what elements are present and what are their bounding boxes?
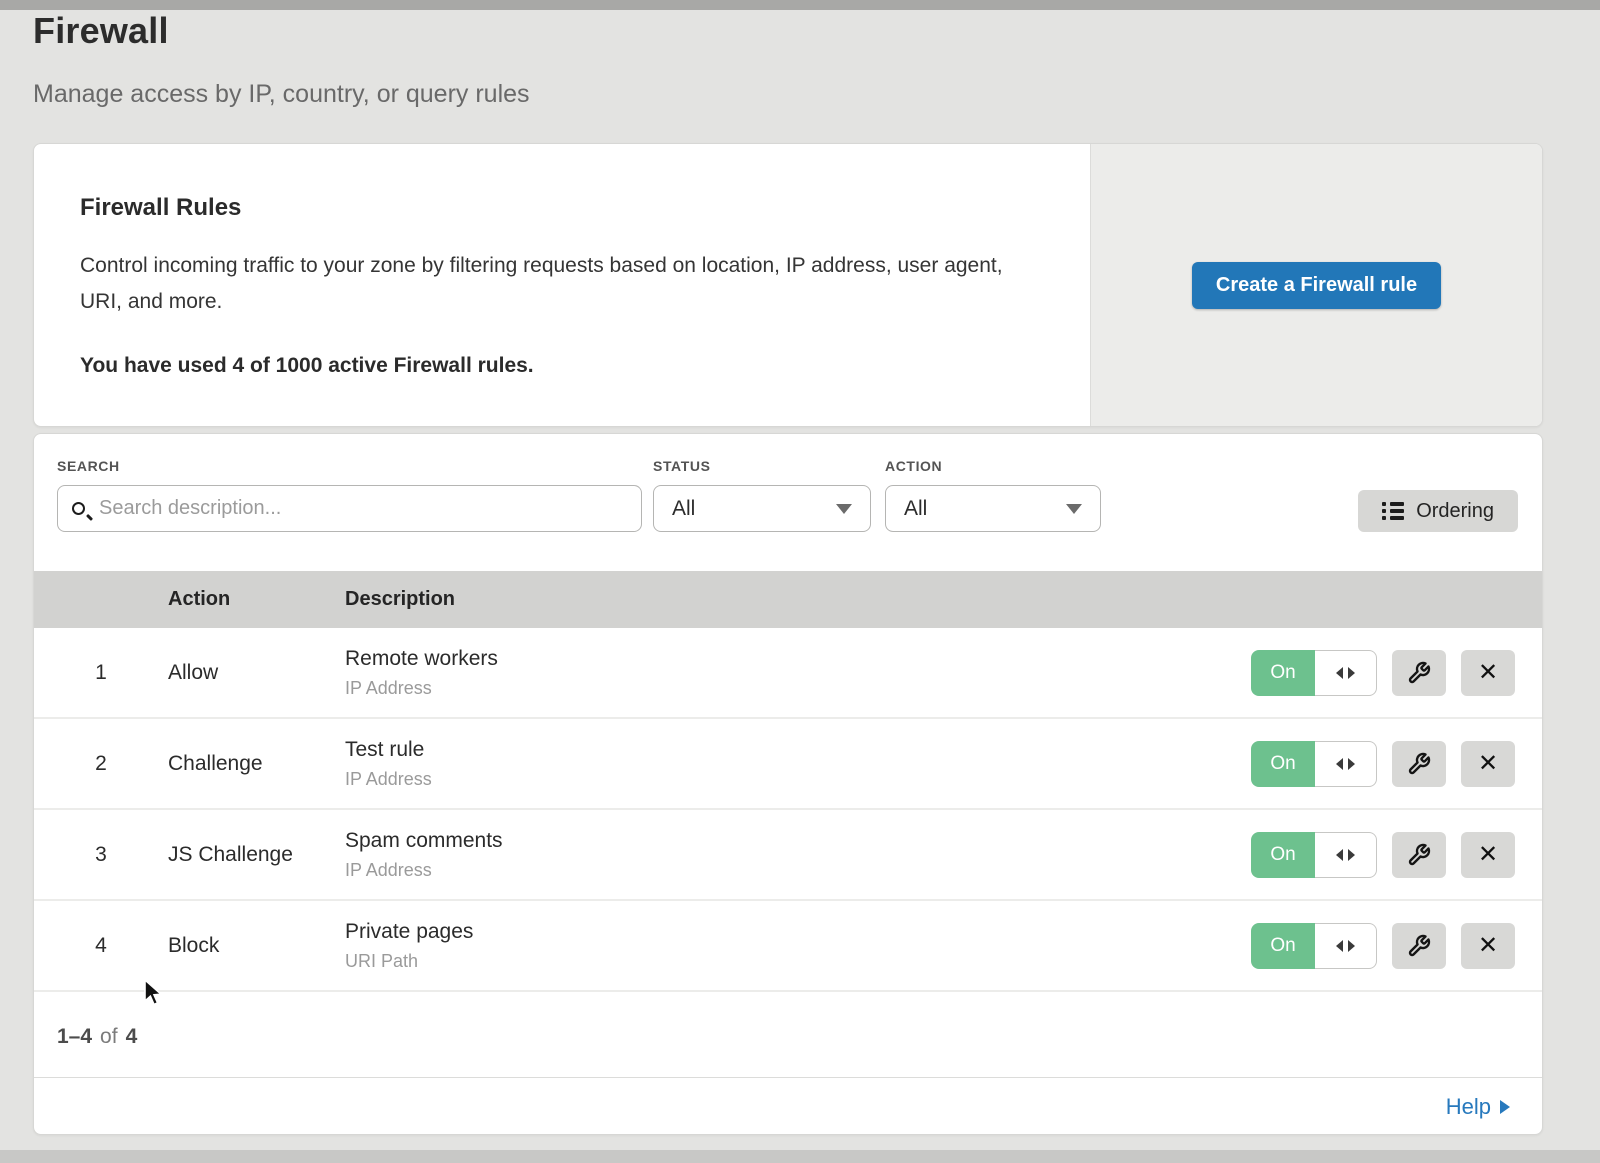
help-link-label: Help xyxy=(1446,1094,1491,1120)
toggle-on-segment[interactable]: On xyxy=(1251,923,1315,969)
rule-enabled-toggle[interactable]: On xyxy=(1251,650,1377,696)
ordered-list-icon xyxy=(1382,502,1404,520)
table-row: 3 JS Challenge Spam comments IP Address … xyxy=(34,810,1542,901)
search-box[interactable] xyxy=(57,485,642,532)
chevron-down-icon xyxy=(1066,504,1082,514)
rule-match-field: IP Address xyxy=(345,678,1251,699)
chevron-right-icon xyxy=(1500,1100,1510,1114)
toggle-on-segment[interactable]: On xyxy=(1251,741,1315,787)
rule-enabled-toggle[interactable]: On xyxy=(1251,741,1377,787)
pagination-total: 4 xyxy=(126,1025,138,1049)
action-label: ACTION xyxy=(885,458,942,474)
rule-controls: On ✕ xyxy=(1251,741,1542,787)
close-icon: ✕ xyxy=(1478,934,1498,958)
close-icon: ✕ xyxy=(1478,752,1498,776)
column-header-action: Action xyxy=(168,588,345,611)
rule-controls: On ✕ xyxy=(1251,832,1542,878)
window-top-edge xyxy=(0,0,1600,10)
column-header-description: Description xyxy=(345,588,455,611)
page-subtitle: Manage access by IP, country, or query r… xyxy=(33,80,530,109)
status-select[interactable]: All xyxy=(653,485,871,532)
rule-priority: 4 xyxy=(34,934,168,958)
rule-action: Allow xyxy=(168,661,345,685)
rules-table-body: 1 Allow Remote workers IP Address On ✕ xyxy=(34,628,1542,992)
action-select[interactable]: All xyxy=(885,485,1101,532)
chevron-down-icon xyxy=(836,504,852,514)
create-firewall-rule-button[interactable]: Create a Firewall rule xyxy=(1192,262,1441,309)
rule-priority: 2 xyxy=(34,752,168,776)
rule-action: Block xyxy=(168,934,345,958)
edit-rule-button[interactable] xyxy=(1392,741,1446,787)
edit-rule-button[interactable] xyxy=(1392,650,1446,696)
close-icon: ✕ xyxy=(1478,661,1498,685)
rule-description-title: Private pages xyxy=(345,920,1251,944)
rule-description-title: Remote workers xyxy=(345,647,1251,671)
table-row: 4 Block Private pages URI Path On ✕ xyxy=(34,901,1542,992)
rule-description: Spam comments IP Address xyxy=(345,829,1251,881)
rule-match-field: IP Address xyxy=(345,860,1251,881)
action-selected-value: All xyxy=(904,497,927,521)
rule-description: Test rule IP Address xyxy=(345,738,1251,790)
rule-description: Remote workers IP Address xyxy=(345,647,1251,699)
wrench-icon xyxy=(1407,752,1431,776)
wrench-icon xyxy=(1407,661,1431,685)
table-row: 2 Challenge Test rule IP Address On ✕ xyxy=(34,719,1542,810)
toggle-arrows-icon[interactable] xyxy=(1315,832,1377,878)
toggle-on-segment[interactable]: On xyxy=(1251,650,1315,696)
toggle-arrows-icon[interactable] xyxy=(1315,741,1377,787)
firewall-rules-card: Firewall Rules Control incoming traffic … xyxy=(33,143,1543,427)
usage-summary: You have used 4 of 1000 active Firewall … xyxy=(80,354,1020,378)
rule-priority: 1 xyxy=(34,661,168,685)
search-icon xyxy=(72,502,85,515)
rule-enabled-toggle[interactable]: On xyxy=(1251,832,1377,878)
rule-enabled-toggle[interactable]: On xyxy=(1251,923,1377,969)
create-rule-panel: Create a Firewall rule xyxy=(1090,144,1542,426)
ordering-button[interactable]: Ordering xyxy=(1358,490,1518,532)
toggle-on-segment[interactable]: On xyxy=(1251,832,1315,878)
wrench-icon xyxy=(1407,843,1431,867)
ordering-button-label: Ordering xyxy=(1416,500,1494,523)
firewall-rules-card-text: Firewall Rules Control incoming traffic … xyxy=(34,144,1090,426)
search-label: SEARCH xyxy=(57,458,120,474)
rule-controls: On ✕ xyxy=(1251,923,1542,969)
table-header: Action Description xyxy=(34,571,1542,628)
pagination: 1–4 of 4 xyxy=(34,996,1542,1078)
card-heading: Firewall Rules xyxy=(80,194,1020,222)
edit-rule-button[interactable] xyxy=(1392,832,1446,878)
pagination-of: of xyxy=(100,1025,118,1049)
rule-priority: 3 xyxy=(34,843,168,867)
window-bottom-edge xyxy=(0,1150,1600,1163)
help-link[interactable]: Help xyxy=(1446,1094,1510,1120)
rule-controls: On ✕ xyxy=(1251,650,1542,696)
rules-list-card: SEARCH STATUS All ACTION All Ordering Ac… xyxy=(33,433,1543,1135)
rule-action: Challenge xyxy=(168,752,345,776)
rule-action: JS Challenge xyxy=(168,843,345,867)
close-icon: ✕ xyxy=(1478,843,1498,867)
page-title: Firewall xyxy=(33,10,169,52)
edit-rule-button[interactable] xyxy=(1392,923,1446,969)
rule-match-field: IP Address xyxy=(345,769,1251,790)
delete-rule-button[interactable]: ✕ xyxy=(1461,832,1515,878)
delete-rule-button[interactable]: ✕ xyxy=(1461,923,1515,969)
status-selected-value: All xyxy=(672,497,695,521)
card-footer: Help xyxy=(34,1078,1542,1135)
toggle-arrows-icon[interactable] xyxy=(1315,923,1377,969)
firewall-page: Firewall Manage access by IP, country, o… xyxy=(0,0,1600,1163)
wrench-icon xyxy=(1407,934,1431,958)
search-input[interactable] xyxy=(97,496,627,521)
rule-description-title: Test rule xyxy=(345,738,1251,762)
rule-description-title: Spam comments xyxy=(345,829,1251,853)
delete-rule-button[interactable]: ✕ xyxy=(1461,741,1515,787)
card-description: Control incoming traffic to your zone by… xyxy=(80,248,1020,320)
delete-rule-button[interactable]: ✕ xyxy=(1461,650,1515,696)
rule-match-field: URI Path xyxy=(345,951,1251,972)
rule-description: Private pages URI Path xyxy=(345,920,1251,972)
pagination-range: 1–4 xyxy=(57,1025,92,1049)
status-label: STATUS xyxy=(653,458,711,474)
toggle-arrows-icon[interactable] xyxy=(1315,650,1377,696)
table-row: 1 Allow Remote workers IP Address On ✕ xyxy=(34,628,1542,719)
